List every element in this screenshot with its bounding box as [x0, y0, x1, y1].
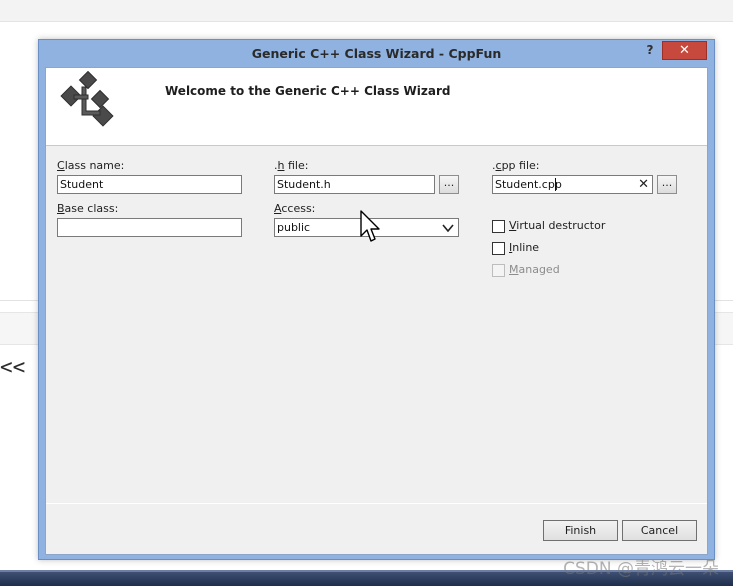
- wizard-logo-icon: [60, 71, 114, 127]
- window-title: Generic C++ Class Wizard - CppFun: [251, 46, 502, 61]
- wizard-welcome-heading: Welcome to the Generic C++ Class Wizard: [165, 84, 451, 98]
- editor-code-fragment: <<: [0, 355, 26, 379]
- virtual-destructor-label: Virtual destructor: [509, 219, 606, 232]
- dialog-client-area: Welcome to the Generic C++ Class Wizard …: [45, 67, 708, 555]
- cancel-button[interactable]: Cancel: [622, 520, 697, 541]
- h-file-label: .h file:: [274, 159, 309, 172]
- help-button[interactable]: ?: [641, 42, 659, 60]
- class-name-input[interactable]: Student: [57, 175, 242, 194]
- access-label: Access:: [274, 202, 316, 215]
- class-wizard-dialog: Generic C++ Class Wizard - CppFun ? ✕ We…: [38, 39, 715, 560]
- footer-separator: [46, 503, 707, 504]
- title-bar[interactable]: Generic C++ Class Wizard - CppFun ? ✕: [39, 40, 714, 67]
- finish-button[interactable]: Finish: [543, 520, 618, 541]
- h-file-input[interactable]: Student.h: [274, 175, 435, 194]
- mouse-pointer-icon: [360, 210, 380, 242]
- inline-label: Inline: [509, 241, 540, 254]
- wizard-header: Welcome to the Generic C++ Class Wizard: [46, 68, 707, 146]
- class-name-label: Class name:: [57, 159, 125, 172]
- managed-checkbox: [492, 264, 505, 277]
- editor-top-band: [0, 0, 733, 22]
- base-class-input[interactable]: [57, 218, 242, 237]
- close-icon: ✕: [679, 43, 690, 58]
- chevron-down-icon: [442, 224, 454, 233]
- managed-label: Managed: [509, 263, 560, 276]
- cpp-file-browse-button[interactable]: ...: [657, 175, 677, 194]
- h-file-browse-button[interactable]: ...: [439, 175, 459, 194]
- inline-checkbox[interactable]: [492, 242, 505, 255]
- virtual-destructor-checkbox[interactable]: [492, 220, 505, 233]
- base-class-label: Base class:: [57, 202, 119, 215]
- clear-icon[interactable]: ✕: [638, 176, 649, 193]
- cpp-file-label: .cpp file:: [492, 159, 540, 172]
- close-button[interactable]: ✕: [662, 41, 707, 60]
- text-caret: [555, 178, 556, 191]
- cpp-file-input[interactable]: Student.cpp ✕: [492, 175, 653, 194]
